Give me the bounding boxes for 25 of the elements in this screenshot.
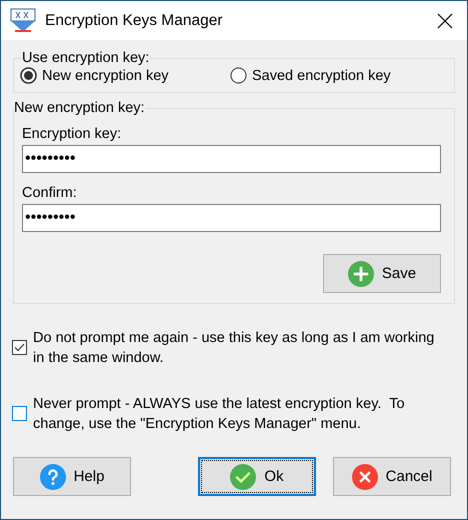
- ok-button[interactable]: Ok: [198, 457, 316, 496]
- group-label: New encryption key:: [14, 100, 145, 116]
- help-button[interactable]: Help: [13, 457, 131, 496]
- plus-icon: [348, 260, 374, 286]
- help-icon: [40, 464, 66, 490]
- cancel-button[interactable]: Cancel: [333, 457, 451, 496]
- save-button[interactable]: Save: [323, 254, 441, 293]
- radio-option[interactable]: New encryption key: [20, 67, 232, 84]
- checkmark-icon: [230, 464, 256, 490]
- field-label: Confirm:: [22, 185, 78, 201]
- checkbox[interactable]: [12, 406, 27, 421]
- field-label: Encryption key:: [22, 126, 122, 142]
- group-label: Use encryption key:: [22, 50, 150, 66]
- radio-icon[interactable]: [230, 67, 247, 84]
- app-icon: [9, 8, 37, 34]
- password-field[interactable]: •••••••••: [22, 145, 441, 173]
- close-icon[interactable]: [437, 12, 453, 28]
- checkbox-label[interactable]: Do not prompt me again - use this key as long as I am working in the same window.: [33, 328, 445, 368]
- window-title: Encryption Keys Manager: [45, 12, 224, 30]
- checkbox-label[interactable]: Never prompt - ALWAYS use the latest encryption key. To change, use the "Encryption Keys Manager" menu.: [33, 394, 445, 434]
- password-field[interactable]: •••••••••: [22, 204, 441, 232]
- checkbox[interactable]: [12, 340, 27, 355]
- close-icon: [352, 464, 378, 490]
- radio-option[interactable]: Saved encryption key: [230, 67, 442, 84]
- radio-icon[interactable]: [20, 67, 37, 84]
